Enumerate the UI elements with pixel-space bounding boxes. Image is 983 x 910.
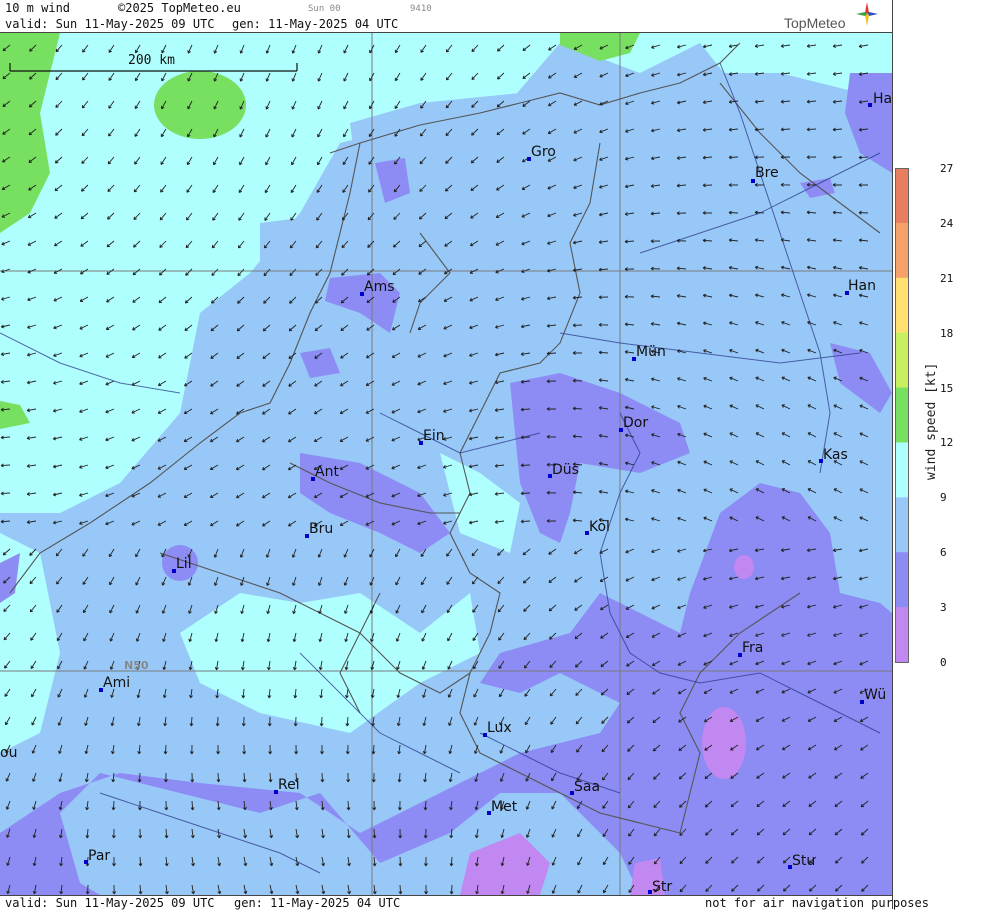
lilac-patch-3 bbox=[734, 555, 754, 579]
legend-tick-label: 15 bbox=[940, 381, 954, 395]
topmeteo-logo: TopMeteo bbox=[784, 2, 884, 31]
svg-text:Par: Par bbox=[88, 848, 110, 864]
legend-color-segment bbox=[895, 222, 909, 279]
city-ein: Ein bbox=[419, 428, 445, 445]
legend-tick-label: 6 bbox=[940, 546, 947, 560]
copyright: ©2025 TopMeteo.eu bbox=[118, 1, 241, 15]
city-lux: Lux bbox=[483, 720, 512, 737]
legend-tick-label: 0 bbox=[940, 656, 947, 669]
svg-text:Köl: Köl bbox=[589, 519, 610, 535]
legend-color-segment bbox=[895, 332, 909, 389]
legend-color-segment bbox=[895, 607, 909, 663]
valid-time: valid: Sun 11-May-2025 09 UTC bbox=[5, 17, 215, 31]
green-patch bbox=[154, 71, 246, 139]
city-kol: Köl bbox=[585, 519, 610, 535]
compass-star-icon bbox=[856, 2, 878, 26]
city-ant: Ant bbox=[311, 464, 339, 481]
svg-text:Dor: Dor bbox=[623, 415, 648, 431]
city-kas: Kas bbox=[819, 447, 848, 463]
svg-text:Lux: Lux bbox=[487, 720, 512, 736]
svg-text:Gro: Gro bbox=[531, 144, 556, 160]
legend-colorbar bbox=[895, 168, 909, 663]
svg-text:Mün: Mün bbox=[636, 344, 666, 360]
svg-text:Str: Str bbox=[652, 879, 672, 895]
svg-text:Düs: Düs bbox=[552, 462, 579, 478]
legend-color-segment bbox=[895, 497, 909, 553]
svg-text:Stu: Stu bbox=[792, 853, 815, 869]
svg-text:Kas: Kas bbox=[823, 447, 848, 463]
legend-tick-label: 18 bbox=[940, 326, 954, 340]
city-dor: Dor bbox=[619, 415, 648, 432]
svg-text:Ami: Ami bbox=[103, 675, 130, 691]
svg-text:ou: ou bbox=[0, 745, 17, 761]
city-saa: Saa bbox=[570, 779, 600, 795]
city-ams: Ams bbox=[360, 279, 395, 296]
city-bre: Bre bbox=[751, 165, 779, 183]
legend-color-segment bbox=[895, 277, 909, 334]
grid-label-n50: N50 bbox=[124, 659, 149, 672]
header-bar: 10 m wind ©2025 TopMeteo.eu Sun 00 9410 … bbox=[0, 0, 892, 33]
footer-bar: valid: Sun 11-May-2025 09 UTC gen: 11-Ma… bbox=[0, 895, 929, 910]
city-dus: Düs bbox=[548, 462, 579, 478]
legend-color-segment bbox=[895, 387, 909, 443]
city-ou: ou bbox=[0, 745, 17, 761]
city-stu: Stu bbox=[788, 853, 815, 869]
lilac-patch-1 bbox=[702, 707, 746, 779]
city-ami: Ami bbox=[99, 675, 130, 692]
city-han: Han bbox=[845, 278, 876, 295]
footer-disclaimer: not for air navigation purposes bbox=[705, 896, 929, 910]
svg-text:Saa: Saa bbox=[574, 779, 600, 795]
legend-color-segment bbox=[895, 442, 909, 498]
legend-tick-label: 9 bbox=[940, 491, 947, 505]
svg-text:Han: Han bbox=[848, 278, 876, 294]
legend-tick-label: 27 bbox=[940, 162, 954, 175]
city-str: Str bbox=[648, 879, 672, 895]
city-mun: Mün bbox=[632, 344, 666, 361]
city-bru: Bru bbox=[305, 521, 333, 538]
legend-tick-label: 12 bbox=[940, 436, 954, 450]
svg-text:Ams: Ams bbox=[364, 279, 395, 295]
city-rei: Rei bbox=[274, 777, 300, 794]
product-name: 10 m wind bbox=[5, 1, 71, 15]
legend-tick-label: 24 bbox=[940, 216, 954, 230]
svg-text:Ein: Ein bbox=[423, 428, 445, 444]
svg-text:Bru: Bru bbox=[309, 521, 333, 537]
small-info-2: 9410 bbox=[410, 4, 432, 14]
city-met: Met bbox=[487, 799, 518, 815]
svg-text:Bre: Bre bbox=[755, 165, 779, 181]
wind-map[interactable]: 200 km N50 Ha Gro Bre Ams Han Mün Ein Do… bbox=[0, 33, 892, 895]
city-wu: Wü bbox=[860, 687, 886, 704]
svg-text:Ha: Ha bbox=[873, 91, 892, 107]
svg-text:Fra: Fra bbox=[742, 640, 763, 656]
legend-tick-label: 3 bbox=[940, 601, 947, 615]
legend-color-segment bbox=[895, 168, 909, 224]
small-info-1: Sun 00 bbox=[308, 4, 341, 14]
legend-tick-label: 21 bbox=[940, 271, 954, 285]
city-par: Par bbox=[84, 848, 110, 864]
svg-text:Wü: Wü bbox=[864, 687, 886, 703]
scale-label: 200 km bbox=[128, 53, 175, 68]
svg-text:Lil: Lil bbox=[176, 556, 192, 572]
legend-color-segment bbox=[895, 552, 909, 608]
svg-text:Ant: Ant bbox=[315, 464, 339, 480]
city-fra: Fra bbox=[738, 640, 763, 657]
legend-title: wind speed [kt] bbox=[924, 362, 939, 480]
footer-valid-time: valid: Sun 11-May-2025 09 UTC bbox=[5, 896, 215, 910]
city-gro: Gro bbox=[527, 144, 556, 161]
svg-text:Met: Met bbox=[491, 799, 518, 815]
svg-text:Rei: Rei bbox=[278, 777, 300, 793]
footer-generated-time: gen: 11-May-2025 04 UTC bbox=[234, 896, 401, 910]
generated-time: gen: 11-May-2025 04 UTC bbox=[232, 17, 399, 31]
